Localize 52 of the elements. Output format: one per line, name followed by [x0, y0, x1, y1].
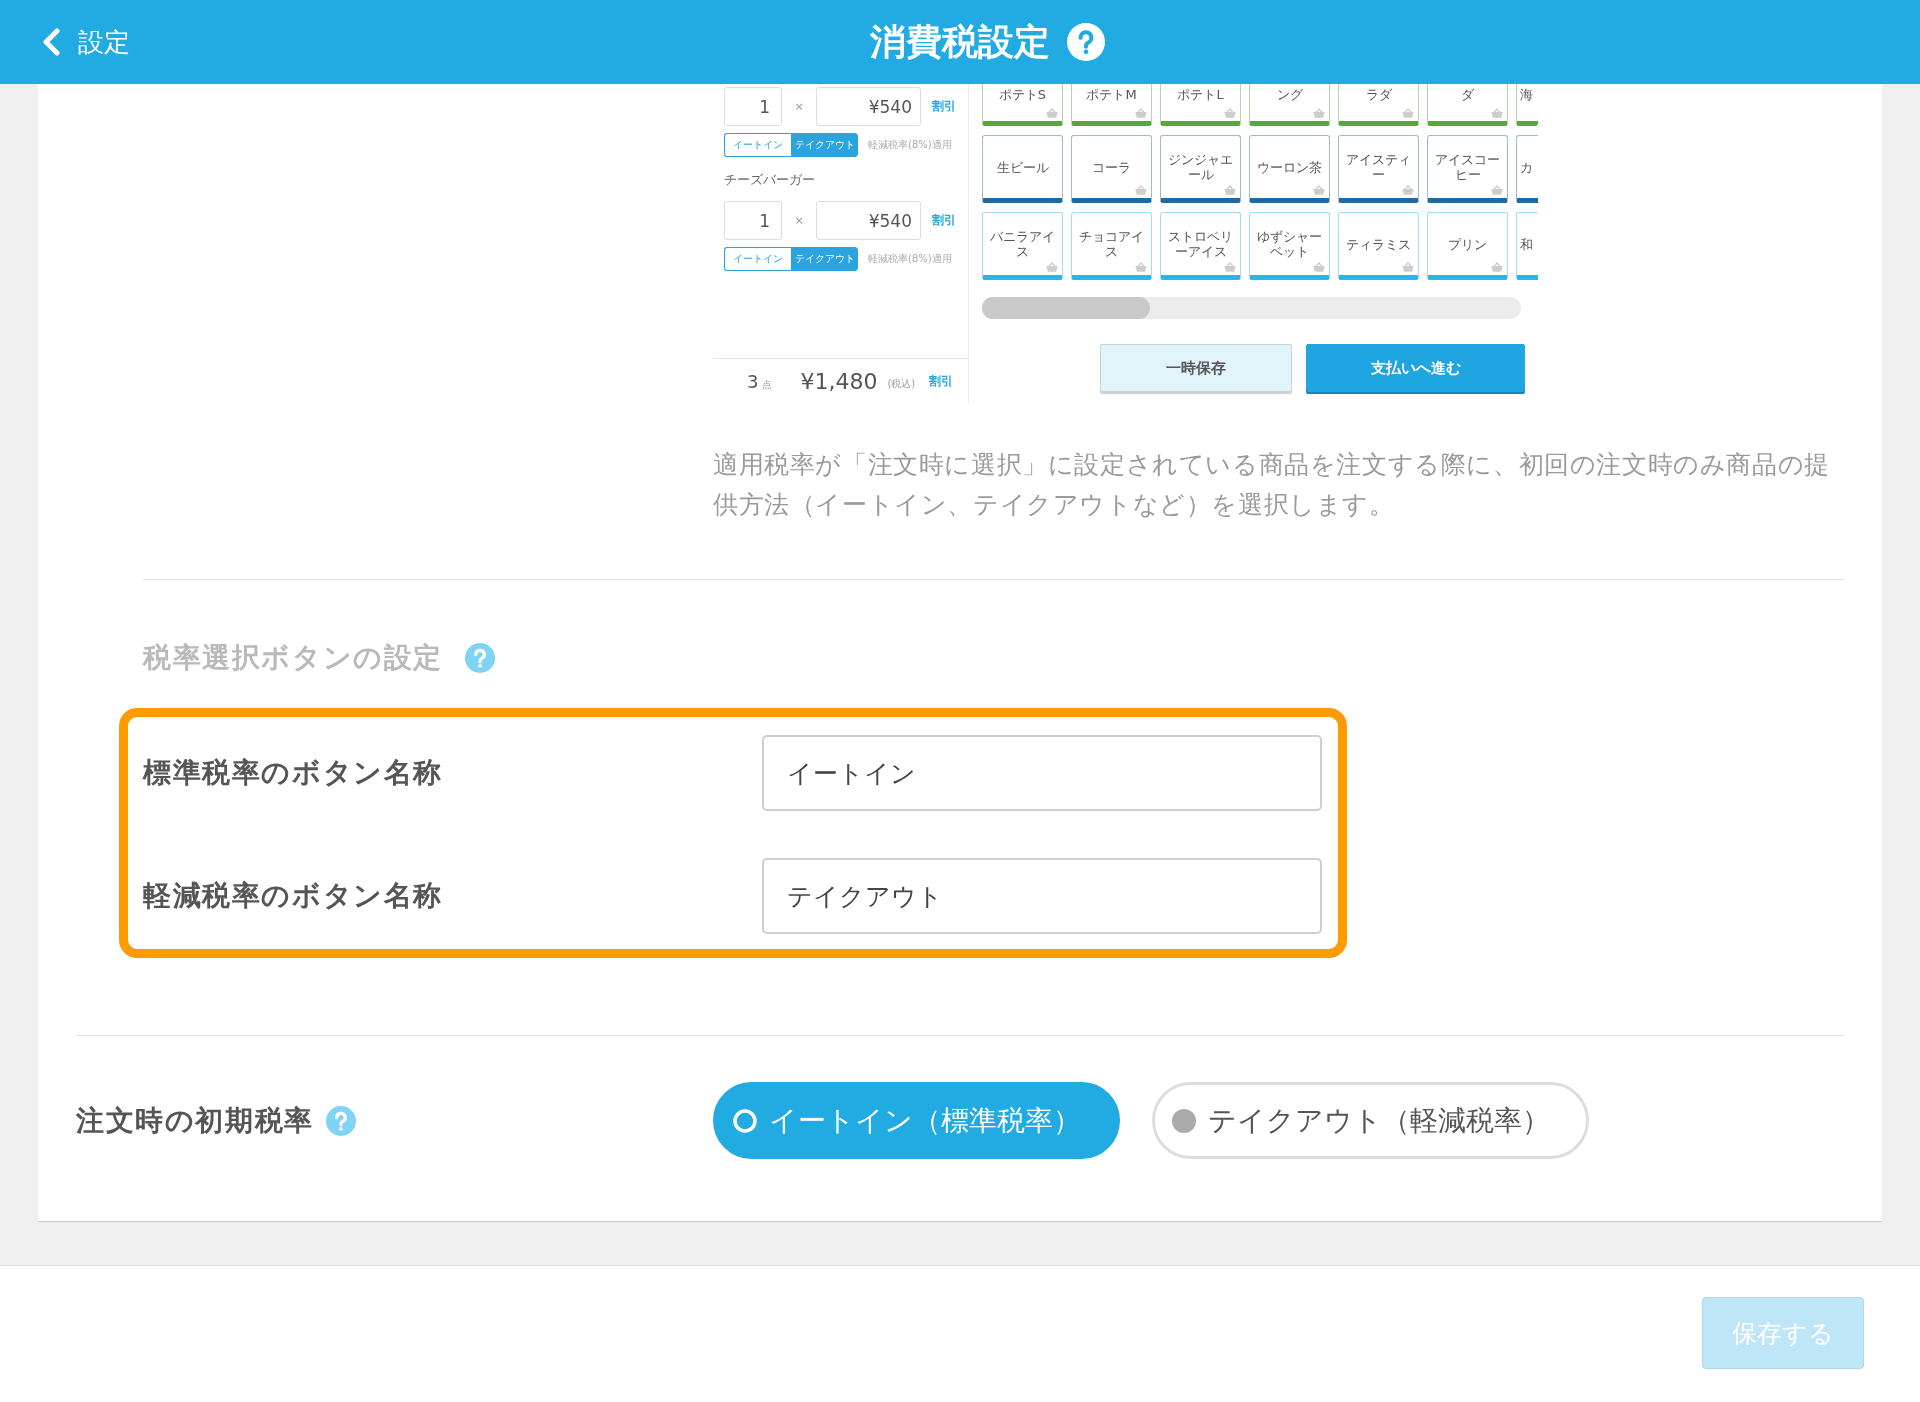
menu-tile[interactable]: ング [1249, 84, 1330, 126]
scrollbar-thumb[interactable] [982, 297, 1150, 319]
menu-tile[interactable]: バニラアイス [982, 212, 1063, 280]
menu-tile[interactable]: ラダ [1338, 84, 1419, 126]
times-sign: × [793, 214, 805, 227]
price-field[interactable]: ¥540 [816, 201, 921, 240]
radio-dot-icon [1172, 1108, 1196, 1133]
total-amount: ¥1,480 [800, 369, 878, 394]
item-count: 3 [747, 371, 759, 392]
menu-tile[interactable]: コーラ [1071, 135, 1152, 203]
quantity-field[interactable]: 1 [724, 87, 782, 126]
menu-tile[interactable]: ティラミス [1338, 212, 1419, 280]
tax-rate-note: 軽減税率(8%)適用 [868, 138, 952, 152]
menu-tile[interactable]: チョコアイス [1071, 212, 1152, 280]
description-text: 適用税率が「注文時に選択」に設定されている商品を注文する際に、初回の注文時のみ商品の提供方法（イートイン、テイクアウトなど）を選択します。 [713, 449, 1831, 521]
count-unit: 点 [762, 377, 773, 392]
radio-ring-icon [733, 1108, 757, 1133]
quantity-field[interactable]: 1 [724, 201, 782, 240]
section-title: 税率選択ボタンの設定 [143, 640, 443, 676]
tax-included-note: (税込) [887, 376, 916, 391]
item-name: チーズバーガー [724, 172, 816, 188]
menu-tile[interactable]: プリン [1427, 212, 1508, 280]
menu-tile[interactable]: 和 [1516, 212, 1538, 280]
menu-tile[interactable]: 海 [1516, 84, 1538, 126]
text-field[interactable]: テイクアウト [762, 858, 1322, 934]
menu-tile[interactable]: 生ビール [982, 135, 1063, 203]
tax-rate-note: 軽減税率(8%)適用 [868, 252, 952, 266]
price-field[interactable]: ¥540 [816, 87, 921, 126]
menu-tile[interactable]: アイスティー [1338, 135, 1419, 203]
field-label: 軽減税率のボタン名称 [143, 878, 444, 914]
menu-tile[interactable]: ウーロン茶 [1249, 135, 1330, 203]
menu-tile[interactable]: ポテトL [1160, 84, 1241, 126]
menu-tile[interactable]: ゆずシャーベット [1249, 212, 1330, 280]
field-label: 注文時の初期税率 [76, 1102, 314, 1139]
menu-tile[interactable]: ダ [1427, 84, 1508, 126]
rate-option[interactable]: テイクアウト（軽減税率） [1152, 1082, 1589, 1159]
times-sign: × [793, 100, 805, 113]
menu-tile[interactable]: ポテトS [982, 84, 1063, 126]
menu-tile[interactable]: ジンジャエール [1160, 135, 1241, 203]
menu-tile[interactable]: カ [1516, 135, 1538, 203]
menu-tile[interactable]: アイスコーヒー [1427, 135, 1508, 203]
text-field[interactable]: イートイン [762, 735, 1322, 811]
menu-tile[interactable]: ストロベリーアイス [1160, 212, 1241, 280]
chevron-left-icon [42, 28, 61, 56]
help-icon[interactable] [465, 643, 495, 673]
hold-button[interactable]: 一時保存 [1100, 344, 1292, 392]
page-title: 消費税設定 [870, 19, 1050, 64]
help-icon[interactable] [325, 1105, 356, 1136]
scrollbar-track[interactable] [982, 297, 1521, 319]
help-icon[interactable] [1067, 23, 1105, 61]
field-label: 標準税率のボタン名称 [143, 755, 444, 791]
menu-tile[interactable]: ポテトM [1071, 84, 1152, 126]
